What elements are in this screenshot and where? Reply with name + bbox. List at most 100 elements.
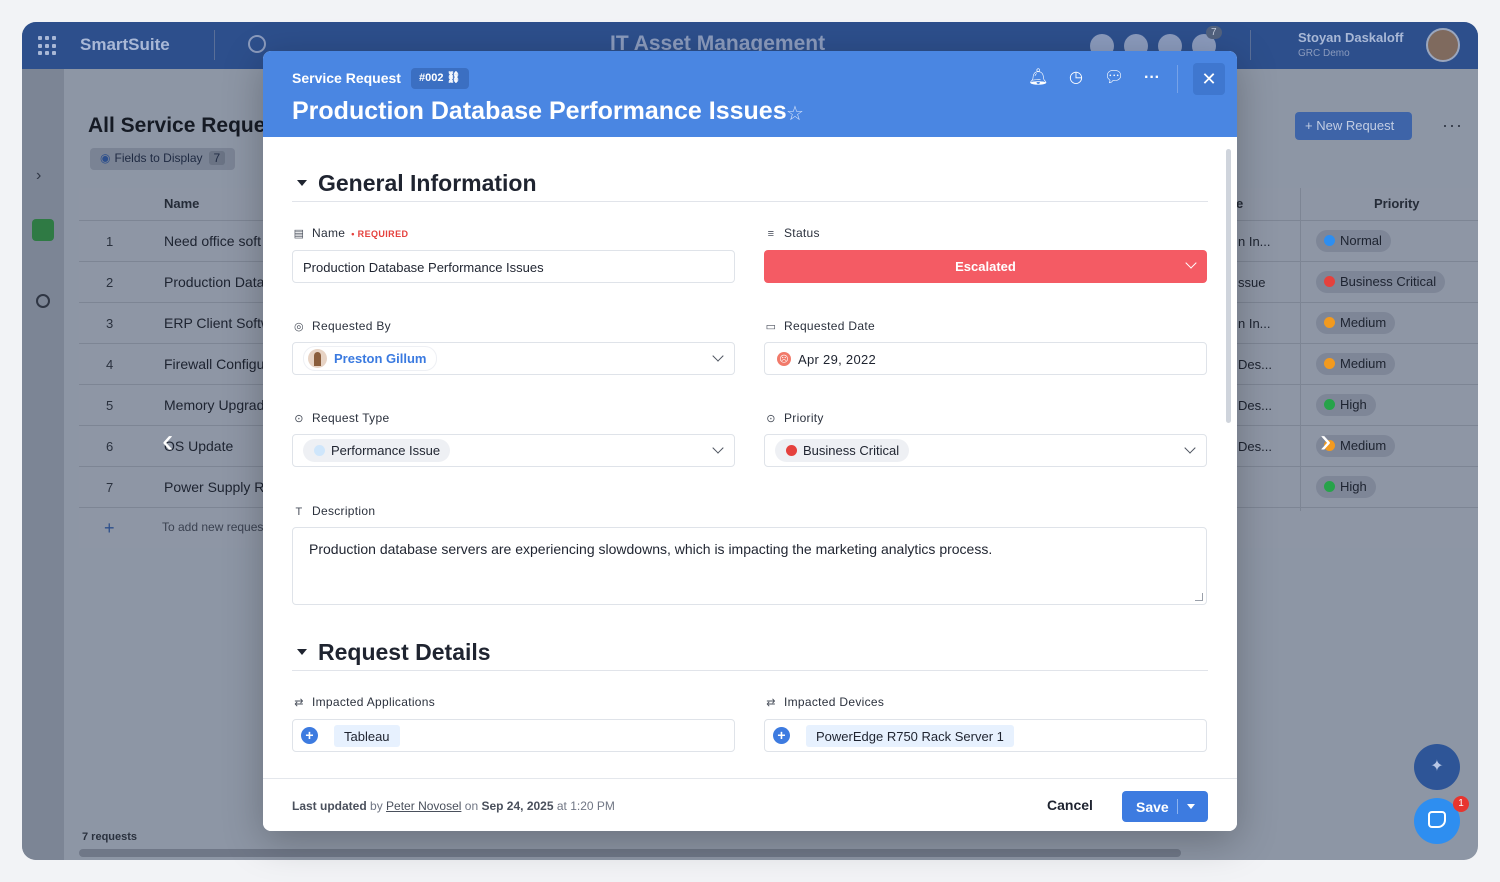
star-icon[interactable]: ☆ <box>786 101 804 126</box>
row-type: Des... <box>1238 357 1272 372</box>
avatar[interactable] <box>1426 28 1460 62</box>
record-count: 7 requests <box>82 831 138 843</box>
bell-icon[interactable]: 🔔︎ <box>1028 68 1048 88</box>
impacted-devices-label: ⇄ Impacted Devices <box>766 695 885 709</box>
section-title-details[interactable]: Request Details <box>318 639 491 666</box>
linked-record-icon: ⇄ <box>766 697 776 709</box>
add-row-hint[interactable]: To add new reques <box>162 520 264 534</box>
close-icon[interactable]: ✕ <box>1193 63 1225 95</box>
status-select[interactable]: Escalated <box>764 250 1207 283</box>
table-row[interactable]: OS Update <box>164 438 264 454</box>
section-title-general[interactable]: General Information <box>318 170 537 197</box>
impacted-applications-field[interactable]: + Tableau <box>292 719 735 752</box>
record-modal: Service Request #002 ⛓ Production Databa… <box>263 51 1237 831</box>
previous-record-icon[interactable]: ‹ <box>162 422 173 461</box>
fields-label: Fields to Display <box>114 151 203 165</box>
priority-badge: Medium <box>1316 312 1396 334</box>
column-divider <box>1300 188 1301 511</box>
table-row[interactable]: Firewall Configu <box>164 356 264 372</box>
status-value: Escalated <box>955 259 1016 274</box>
row-number: 1 <box>106 234 114 249</box>
row-type: n In... <box>1238 234 1271 249</box>
ai-assistant-icon[interactable]: ✦ <box>1414 744 1460 790</box>
request-type-label: ⊙ Request Type <box>294 411 390 425</box>
save-button[interactable]: Save <box>1122 791 1208 822</box>
apps-grid-icon[interactable] <box>38 36 58 56</box>
name-field[interactable]: Production Database Performance Issues <box>292 250 735 283</box>
table-row[interactable]: Need office soft <box>164 233 264 249</box>
divider <box>1177 65 1178 93</box>
fields-count: 7 <box>208 151 226 165</box>
modal-body: General Information ▤ Name • REQUIRED Prod… <box>263 137 1237 778</box>
comments-icon[interactable]: 💬︎ <box>1104 68 1124 88</box>
vertical-scrollbar[interactable] <box>1226 149 1231 423</box>
impacted-applications-label: ⇄ Impacted Applications <box>294 695 436 709</box>
record-id: #002 <box>419 72 444 84</box>
section-divider <box>292 201 1208 202</box>
row-type: Des... <box>1238 439 1272 454</box>
requested-by-label: ◎ Requested By <box>294 319 391 333</box>
linked-application-chip[interactable]: Tableau <box>334 725 400 747</box>
requested-by-value: Preston Gillum <box>334 351 427 366</box>
person-chip[interactable]: Preston Gillum <box>303 346 438 371</box>
add-link-icon[interactable]: + <box>773 727 790 744</box>
add-row-icon[interactable]: + <box>104 518 115 539</box>
priority-badge: Business Critical <box>1316 271 1446 293</box>
row-number: 2 <box>106 275 114 290</box>
user-workspace: GRC Demo <box>1298 48 1350 59</box>
next-record-icon[interactable]: › <box>1320 422 1331 461</box>
chat-badge: 1 <box>1453 796 1469 812</box>
request-type-chip: Performance Issue <box>303 439 451 462</box>
chevron-right-icon[interactable]: › <box>36 167 41 185</box>
eye-icon: ◉ <box>100 151 111 165</box>
calendar-icon: ▭ <box>765 321 777 333</box>
cancel-button[interactable]: Cancel <box>1047 797 1093 813</box>
color-dot <box>786 445 797 456</box>
link-icon: ⛓ <box>446 72 461 84</box>
description-label: T Description <box>293 504 375 518</box>
add-link-icon[interactable]: + <box>301 727 318 744</box>
priority-badge: High <box>1316 394 1376 416</box>
table-row[interactable]: ERP Client Softw <box>164 315 264 331</box>
more-icon[interactable]: ··· <box>1142 68 1162 88</box>
user-name[interactable]: Stoyan Daskaloff <box>1298 30 1403 45</box>
history-icon[interactable]: ◷ <box>1066 68 1086 88</box>
description-field[interactable]: Production database servers are experien… <box>292 527 1207 605</box>
row-type: Des... <box>1238 398 1272 413</box>
caret-down-icon[interactable] <box>1187 804 1195 809</box>
requested-date-value: Apr 29, 2022 <box>798 352 877 367</box>
grid-view-icon[interactable] <box>32 219 54 241</box>
requested-by-field[interactable]: Preston Gillum <box>292 342 735 375</box>
record-title: Production Database Performance Issues <box>292 97 787 125</box>
modal-header: Service Request #002 ⛓ Production Databa… <box>263 51 1237 137</box>
linked-device-chip[interactable]: PowerEdge R750 Rack Server 1 <box>806 725 1014 747</box>
record-id-badge[interactable]: #002 ⛓ <box>411 68 469 89</box>
fields-to-display-button[interactable]: ◉ Fields to Display 7 <box>90 148 236 170</box>
collapse-triangle-icon[interactable] <box>297 180 307 186</box>
updated-by-link[interactable]: Peter Novosel <box>386 799 461 813</box>
status-icon: ≡ <box>767 228 775 240</box>
impacted-devices-field[interactable]: + PowerEdge R750 Rack Server 1 <box>764 719 1207 752</box>
row-number: 4 <box>106 357 114 372</box>
required-indicator: • REQUIRED <box>351 229 409 239</box>
table-row[interactable]: Production Data <box>164 274 264 290</box>
horizontal-scrollbar[interactable] <box>79 849 1181 857</box>
priority-badge: Normal <box>1316 230 1391 252</box>
table-row[interactable]: Memory Upgrad <box>164 397 264 413</box>
linked-record-icon: ⇄ <box>294 697 304 709</box>
name-label: ▤ Name • REQUIRED <box>293 226 409 240</box>
more-icon[interactable]: ··· <box>1442 115 1463 136</box>
resize-handle-icon[interactable] <box>1195 593 1203 601</box>
column-header-priority[interactable]: Priority <box>1374 196 1420 211</box>
new-request-button[interactable]: + New Request <box>1295 112 1412 140</box>
requested-date-field[interactable]: ☹ Apr 29, 2022 <box>764 342 1207 375</box>
request-type-select[interactable]: Performance Issue <box>292 434 735 467</box>
brand-logo[interactable]: SmartSuite <box>80 35 170 55</box>
table-row[interactable]: Power Supply R <box>164 479 264 495</box>
collapse-triangle-icon[interactable] <box>297 649 307 655</box>
column-header-type[interactable]: e <box>1236 196 1243 211</box>
divider <box>1177 799 1178 814</box>
at-icon[interactable] <box>36 294 50 308</box>
priority-select[interactable]: Business Critical <box>764 434 1207 467</box>
column-header-name[interactable]: Name <box>164 196 199 211</box>
